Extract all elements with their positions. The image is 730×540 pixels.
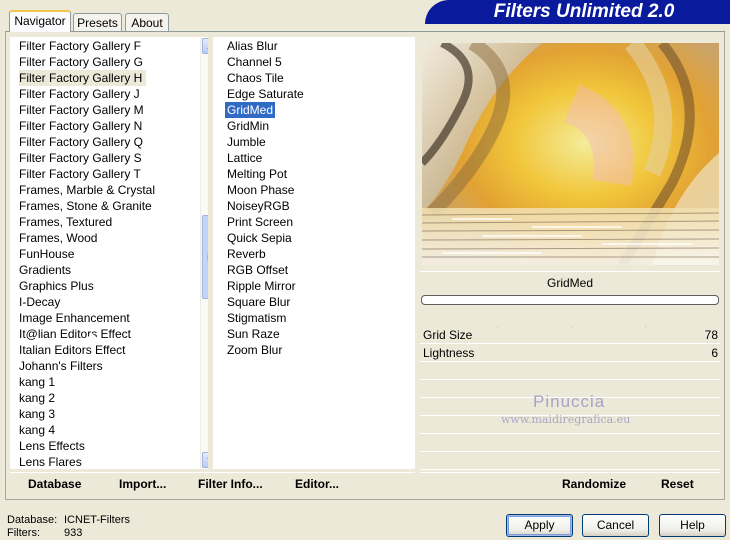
list-item[interactable]: Filter Factory Gallery J: [19, 86, 140, 102]
preview-image: [422, 43, 719, 265]
status-database: Database: ICNET-Filters: [7, 514, 130, 527]
list-item[interactable]: Filter Factory Gallery H: [19, 70, 147, 86]
progress-bar: [421, 295, 719, 305]
status-value: 933: [64, 527, 83, 539]
database-button[interactable]: Database: [28, 476, 81, 492]
list-item[interactable]: Frames, Stone & Granite: [19, 198, 152, 214]
watermark-url: www.maidiregrafica.eu: [501, 413, 631, 426]
row-divider: [420, 379, 720, 380]
status-label: Filters:: [7, 527, 40, 539]
row-divider: [420, 451, 720, 452]
slider-tick: [645, 326, 646, 329]
row-divider: [420, 469, 720, 470]
import-button[interactable]: Import...: [119, 476, 166, 492]
list-item[interactable]: RGB Offset: [227, 262, 288, 278]
list-item[interactable]: Filter Factory Gallery T: [19, 166, 141, 182]
list-item[interactable]: FunHouse: [19, 246, 74, 262]
list-item[interactable]: Graphics Plus: [19, 278, 94, 294]
filter-info-button[interactable]: Filter Info...: [198, 476, 263, 492]
editor-button[interactable]: Editor...: [295, 476, 339, 492]
list-item[interactable]: It@lian Editors Effect: [19, 326, 131, 342]
app-title: Filters Unlimited 2.0: [493, 1, 675, 22]
category-scrollbar[interactable]: ▲ ▼: [200, 37, 208, 469]
list-item[interactable]: kang 4: [19, 422, 55, 438]
grip-line: [207, 260, 208, 261]
list-item[interactable]: Zoom Blur: [227, 342, 282, 358]
slider-tick: [571, 326, 572, 329]
list-item[interactable]: Alias Blur: [227, 38, 278, 54]
list-item[interactable]: Image Enhancement: [19, 310, 130, 326]
slider-pointer-icon[interactable]: [84, 333, 100, 341]
apply-button[interactable]: Apply: [506, 514, 573, 537]
list-item[interactable]: kang 1: [19, 374, 55, 390]
list-item[interactable]: NoiseyRGB: [227, 198, 290, 214]
category-list[interactable]: Filter Factory Gallery F Filter Factory G…: [10, 37, 208, 469]
grip-line: [207, 254, 208, 255]
param-value: 6: [711, 346, 718, 360]
param-value: 78: [704, 328, 718, 342]
status-label: Database:: [7, 514, 58, 526]
list-item[interactable]: kang 2: [19, 390, 55, 406]
list-item[interactable]: kang 3: [19, 406, 55, 422]
list-item[interactable]: Sun Raze: [227, 326, 280, 342]
list-item[interactable]: Filter Factory Gallery S: [19, 150, 142, 166]
list-item[interactable]: GridMed: [225, 102, 276, 118]
grip-line: [207, 256, 208, 257]
scroll-down-icon[interactable]: ▼: [202, 452, 208, 468]
param-label: Grid Size: [423, 328, 473, 342]
watermark-name: Pinuccia: [533, 392, 606, 411]
list-item[interactable]: Ripple Mirror: [227, 278, 296, 294]
grip-line: [207, 258, 208, 259]
tab-presets[interactable]: Presets: [73, 13, 122, 31]
filter-list[interactable]: Alias Blur Channel 5 Chaos Tile Edge Satura…: [213, 37, 415, 469]
cancel-button[interactable]: Cancel: [582, 514, 649, 537]
list-item[interactable]: Johann's Filters: [19, 358, 103, 374]
param-grid-size[interactable]: Grid Size 78: [420, 326, 720, 344]
scroll-up-icon[interactable]: ▲: [202, 38, 208, 54]
tab-about[interactable]: About: [125, 13, 169, 31]
list-item[interactable]: Channel 5: [227, 54, 282, 70]
list-item[interactable]: Gradients: [19, 262, 71, 278]
list-item[interactable]: Frames, Marble & Crystal: [19, 182, 155, 198]
param-lightness[interactable]: Lightness 6: [420, 344, 720, 362]
randomize-button[interactable]: Randomize: [562, 476, 626, 492]
row-divider: [420, 433, 720, 434]
help-button[interactable]: Help: [659, 514, 726, 537]
param-label: Lightness: [423, 346, 475, 360]
preview-artwork: [422, 43, 719, 265]
list-item[interactable]: Jumble: [227, 134, 266, 150]
list-item[interactable]: Frames, Textured: [19, 214, 112, 230]
list-item[interactable]: I-Decay: [19, 294, 60, 310]
list-item[interactable]: Lens Effects: [19, 438, 85, 454]
list-item[interactable]: Italian Editors Effect: [19, 342, 126, 358]
list-item[interactable]: Chaos Tile: [227, 70, 284, 86]
list-item[interactable]: Lattice: [227, 150, 262, 166]
list-item[interactable]: Lens Flares: [19, 454, 82, 469]
list-item[interactable]: Melting Pot: [227, 166, 287, 182]
list-item[interactable]: Filter Factory Gallery G: [19, 54, 143, 70]
list-item[interactable]: Filter Factory Gallery M: [19, 102, 144, 118]
list-item[interactable]: Square Blur: [227, 294, 290, 310]
slider-tick: [497, 326, 498, 329]
list-item[interactable]: Quick Sepia: [227, 230, 292, 246]
list-item[interactable]: Filter Factory Gallery Q: [19, 134, 143, 150]
tab-navigator[interactable]: Navigator: [9, 10, 71, 32]
reset-button[interactable]: Reset: [661, 476, 694, 492]
list-item[interactable]: Reverb: [227, 246, 266, 262]
scroll-thumb[interactable]: [202, 215, 208, 299]
list-item[interactable]: Filter Factory Gallery F: [19, 38, 141, 54]
list-item[interactable]: Stigmatism: [227, 310, 286, 326]
list-item[interactable]: Moon Phase: [227, 182, 294, 198]
list-item[interactable]: Edge Saturate: [227, 86, 304, 102]
status-value: ICNET-Filters: [64, 514, 130, 526]
list-item[interactable]: Print Screen: [227, 214, 293, 230]
preview-filter-name: GridMed: [420, 271, 720, 294]
list-item[interactable]: GridMin: [227, 118, 269, 134]
list-item[interactable]: Filter Factory Gallery N: [19, 118, 142, 134]
status-filters: Filters: 933: [7, 527, 82, 540]
list-item[interactable]: Frames, Wood: [19, 230, 97, 246]
